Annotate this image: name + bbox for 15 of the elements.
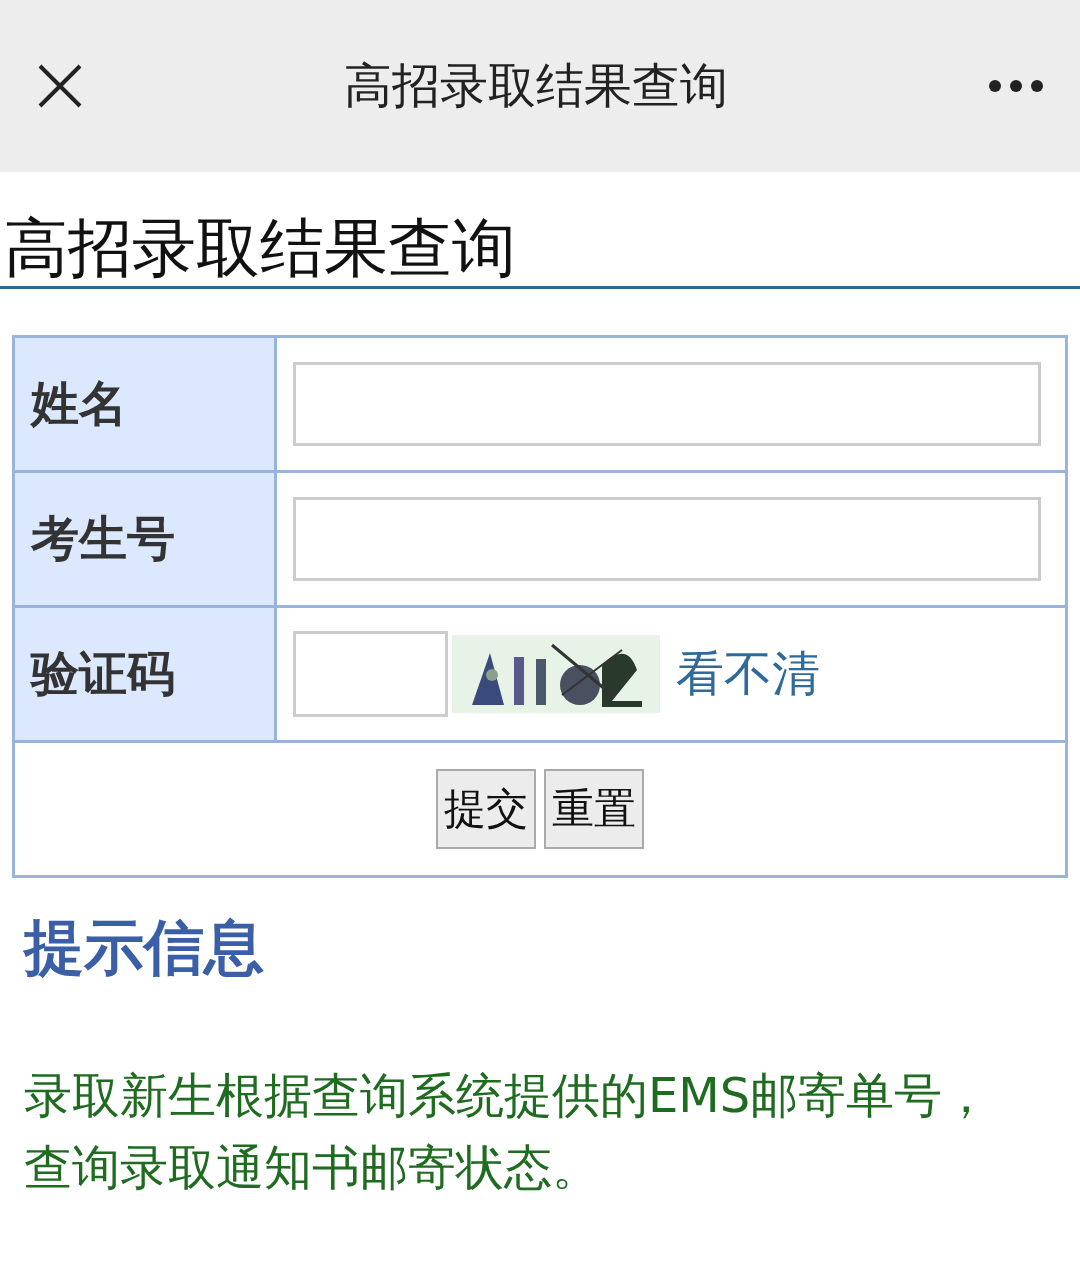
form-button[interactable]: 重置 <box>544 768 644 849</box>
input-field[interactable] <box>293 361 1041 446</box>
captcha-field[interactable] <box>293 630 448 717</box>
field-label: 考生号 <box>31 509 175 566</box>
page-heading: 高招录取结果查询 <box>0 212 1080 289</box>
refresh-captcha-link[interactable]: 看不清 <box>676 641 820 706</box>
form-button[interactable]: 提交 <box>436 768 536 849</box>
more-icon[interactable] <box>988 79 1044 93</box>
field-label: 姓名 <box>31 374 127 431</box>
notice-text: 录取新生根据查询系统提供的EMS邮寄单号，查询录取通知书邮寄状态。 <box>24 1065 992 1197</box>
input-field[interactable] <box>293 496 1041 581</box>
field-label: 验证码 <box>31 644 175 701</box>
close-icon[interactable] <box>36 62 84 110</box>
page-title: 高招录取结果查询 <box>344 56 728 115</box>
notice-title: 提示信息 <box>24 910 265 984</box>
